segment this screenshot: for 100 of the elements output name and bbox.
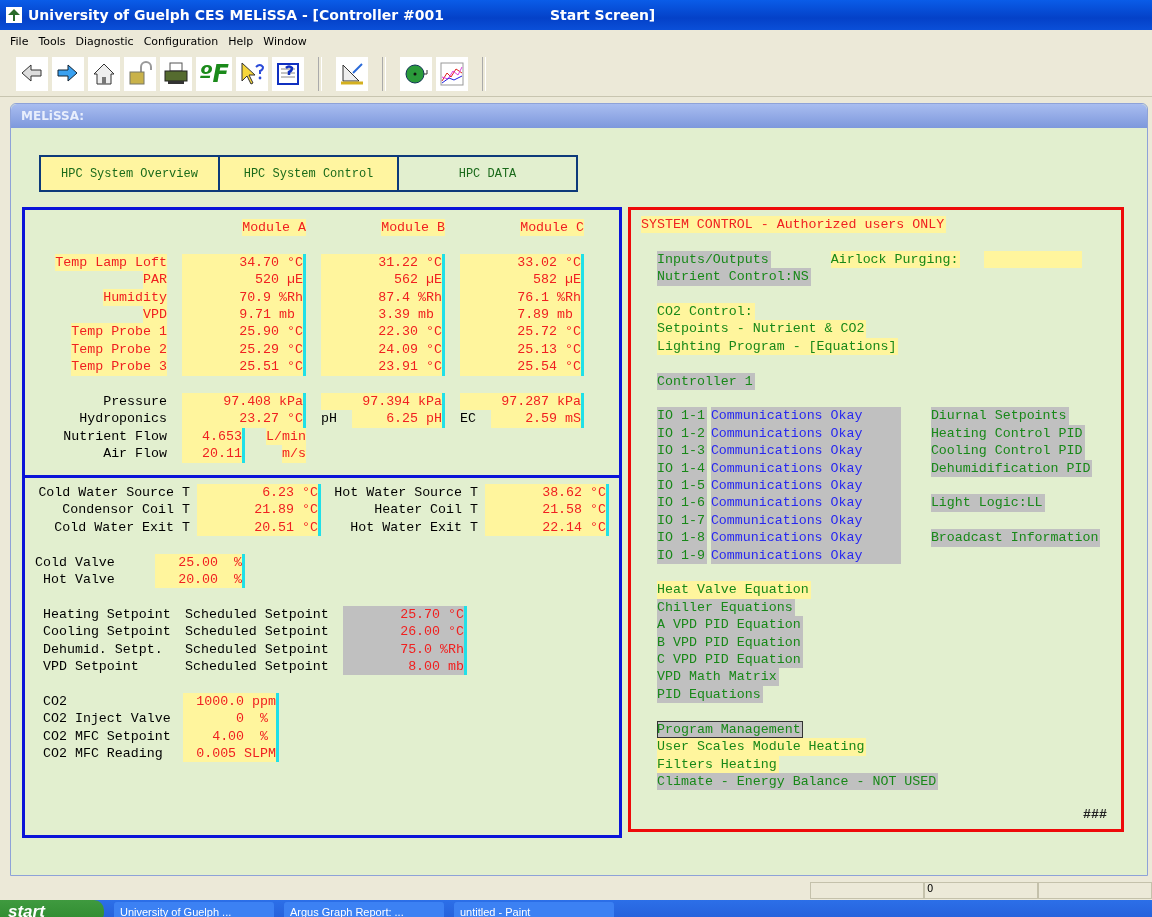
io-status: Communications Okay bbox=[710, 494, 901, 512]
control-link[interactable]: A VPD PID Equation bbox=[657, 616, 803, 634]
sensor-label: Hot Water Source T bbox=[334, 484, 478, 502]
setpoint-source: Scheduled Setpoint bbox=[185, 605, 330, 624]
control-link[interactable]: User Scales Module Heating bbox=[657, 738, 867, 756]
value-field: 23.91 °C bbox=[321, 358, 445, 376]
value-field: 97.287 kPa bbox=[460, 393, 584, 411]
nav-button[interactable]: HPC System Control bbox=[218, 155, 399, 192]
value-field: 38.62 °C bbox=[485, 484, 609, 502]
nav-button[interactable]: HPC DATA bbox=[397, 155, 578, 192]
sensor-label: Cold Water Source T bbox=[38, 484, 190, 502]
value-field: 31.22 °C bbox=[321, 253, 445, 272]
io-status: Communications Okay bbox=[710, 477, 901, 495]
menu-item[interactable]: Tools bbox=[38, 34, 66, 48]
value-field: 9.71 mb bbox=[182, 306, 306, 324]
control-link[interactable]: Diurnal Setpoints bbox=[930, 407, 1069, 425]
value-field: 34.70 °C bbox=[182, 253, 306, 272]
io-label: IO 1-8 bbox=[657, 529, 707, 547]
io-status: Communications Okay bbox=[710, 442, 901, 460]
value-field: 22.30 °C bbox=[321, 323, 445, 341]
unit-label: m/s bbox=[282, 445, 306, 463]
value-field: 2.59 mS bbox=[491, 410, 584, 428]
menu-item[interactable]: Diagnostic bbox=[75, 34, 134, 48]
io-status: Communications Okay bbox=[710, 529, 901, 547]
taskbar-button[interactable]: untitled - Paint bbox=[454, 901, 614, 917]
value-field: 0.005 SLPM bbox=[183, 745, 279, 763]
status-count: 0 bbox=[924, 882, 1038, 899]
control-link[interactable]: Climate - Energy Balance - NOT USED bbox=[657, 772, 939, 791]
value-field: 23.27 °C bbox=[182, 410, 306, 428]
value-field: 0 % bbox=[183, 710, 279, 728]
io-label: IO 1-3 bbox=[657, 442, 707, 460]
taskbar-button[interactable]: Argus Graph Report: ... bbox=[284, 901, 444, 917]
value-field: 97.408 kPa bbox=[182, 393, 306, 411]
window-title: University of Guelph CES MELiSSA - [Controller #001 bbox=[28, 7, 444, 23]
value-field: 6.23 °C bbox=[197, 484, 321, 502]
setpoint-source: Scheduled Setpoint bbox=[185, 623, 330, 641]
value-field: 562 µE bbox=[321, 271, 445, 289]
value-field: 8.00 mb bbox=[343, 658, 467, 676]
sensor-label: Condensor Coil T bbox=[62, 501, 190, 519]
control-link[interactable]: VPD Math Matrix bbox=[657, 668, 779, 686]
control-link[interactable]: C VPD PID Equation bbox=[657, 651, 803, 669]
control-link[interactable]: Broadcast Information bbox=[930, 529, 1101, 547]
sensor-label: Temp Lamp Loft bbox=[55, 253, 167, 272]
control-link[interactable]: Light Logic:LL bbox=[930, 494, 1045, 512]
value-field: 520 µE bbox=[182, 271, 306, 289]
sensor-label: Heater Coil T bbox=[374, 501, 478, 519]
control-link[interactable]: Inputs/Outputs bbox=[657, 250, 771, 269]
valve-label: Hot Valve bbox=[42, 571, 115, 589]
value-field: 20.11 bbox=[182, 445, 245, 463]
ph-label: pH bbox=[321, 410, 337, 428]
io-label: IO 1-5 bbox=[657, 477, 707, 495]
nav-button[interactable]: HPC System Overview bbox=[39, 155, 220, 192]
ec-label: EC bbox=[460, 410, 476, 428]
value-field: 33.02 °C bbox=[460, 253, 584, 272]
start-button[interactable]: start bbox=[0, 900, 104, 917]
value-field: 7.89 mb bbox=[460, 306, 584, 324]
value-field: 21.89 °C bbox=[197, 501, 321, 519]
column-header: Module C bbox=[520, 219, 584, 237]
column-header: Module B bbox=[381, 219, 445, 237]
co2-label: CO2 bbox=[43, 692, 67, 711]
sensor-label: VPD bbox=[143, 306, 167, 324]
co2-label: CO2 Inject Valve bbox=[43, 710, 171, 728]
setpoint-label: Cooling Setpoint bbox=[43, 623, 172, 641]
control-link[interactable]: Cooling Control PID bbox=[930, 442, 1085, 460]
sensor-label: Hydroponics bbox=[79, 410, 167, 428]
fahrenheit-button[interactable]: ºF bbox=[196, 57, 232, 91]
io-status: Communications Okay bbox=[710, 407, 901, 425]
menu-item[interactable]: Configuration bbox=[143, 34, 219, 48]
column-header: Module A bbox=[242, 219, 306, 237]
control-link[interactable]: Controller 1 bbox=[657, 372, 755, 390]
value-field: 6.25 pH bbox=[352, 410, 445, 428]
airlock-label: Airlock Purging: bbox=[830, 250, 961, 269]
screen-title: Start Screen] bbox=[549, 7, 656, 23]
setpoint-label: Heating Setpoint bbox=[43, 605, 172, 624]
control-link[interactable]: Heating Control PID bbox=[930, 424, 1085, 443]
setpoint-source: Scheduled Setpoint bbox=[185, 640, 330, 659]
control-link[interactable]: Setpoints - Nutrient & CO2 bbox=[657, 320, 867, 338]
taskbar-button[interactable]: University of Guelph ... bbox=[114, 901, 274, 917]
io-label: IO 1-6 bbox=[657, 494, 707, 512]
sensor-label: Pressure bbox=[103, 393, 167, 411]
setpoint-source: Scheduled Setpoint bbox=[185, 658, 330, 676]
tree-logo-icon bbox=[6, 7, 22, 23]
sensor-label: Cold Water Exit T bbox=[54, 518, 190, 537]
value-field: 25.70 °C bbox=[343, 605, 467, 624]
io-label: IO 1-1 bbox=[657, 407, 707, 425]
control-link[interactable]: Heat Valve Equation bbox=[657, 581, 811, 599]
control-link[interactable]: Nutrient Control:NS bbox=[657, 268, 811, 286]
co2-label: CO2 MFC Setpoint bbox=[43, 727, 171, 746]
value-field: 25.90 °C bbox=[182, 323, 306, 341]
menu-item[interactable]: Help bbox=[228, 34, 254, 48]
value-field: 25.51 °C bbox=[182, 358, 306, 376]
menu-item[interactable]: Window bbox=[263, 34, 307, 48]
control-link[interactable]: CO2 Control: bbox=[657, 303, 755, 321]
airlock-field[interactable] bbox=[984, 250, 1083, 268]
sensor-label: Temp Probe 1 bbox=[71, 323, 167, 341]
menu-item[interactable]: File bbox=[10, 34, 29, 48]
setpoint-label: VPD Setpoint bbox=[43, 658, 140, 676]
setpoint-label: Dehumid. Setpt. bbox=[43, 640, 164, 659]
control-link[interactable]: Lighting Program - [Equations] bbox=[657, 337, 899, 356]
control-link[interactable]: Program Management bbox=[657, 720, 803, 739]
